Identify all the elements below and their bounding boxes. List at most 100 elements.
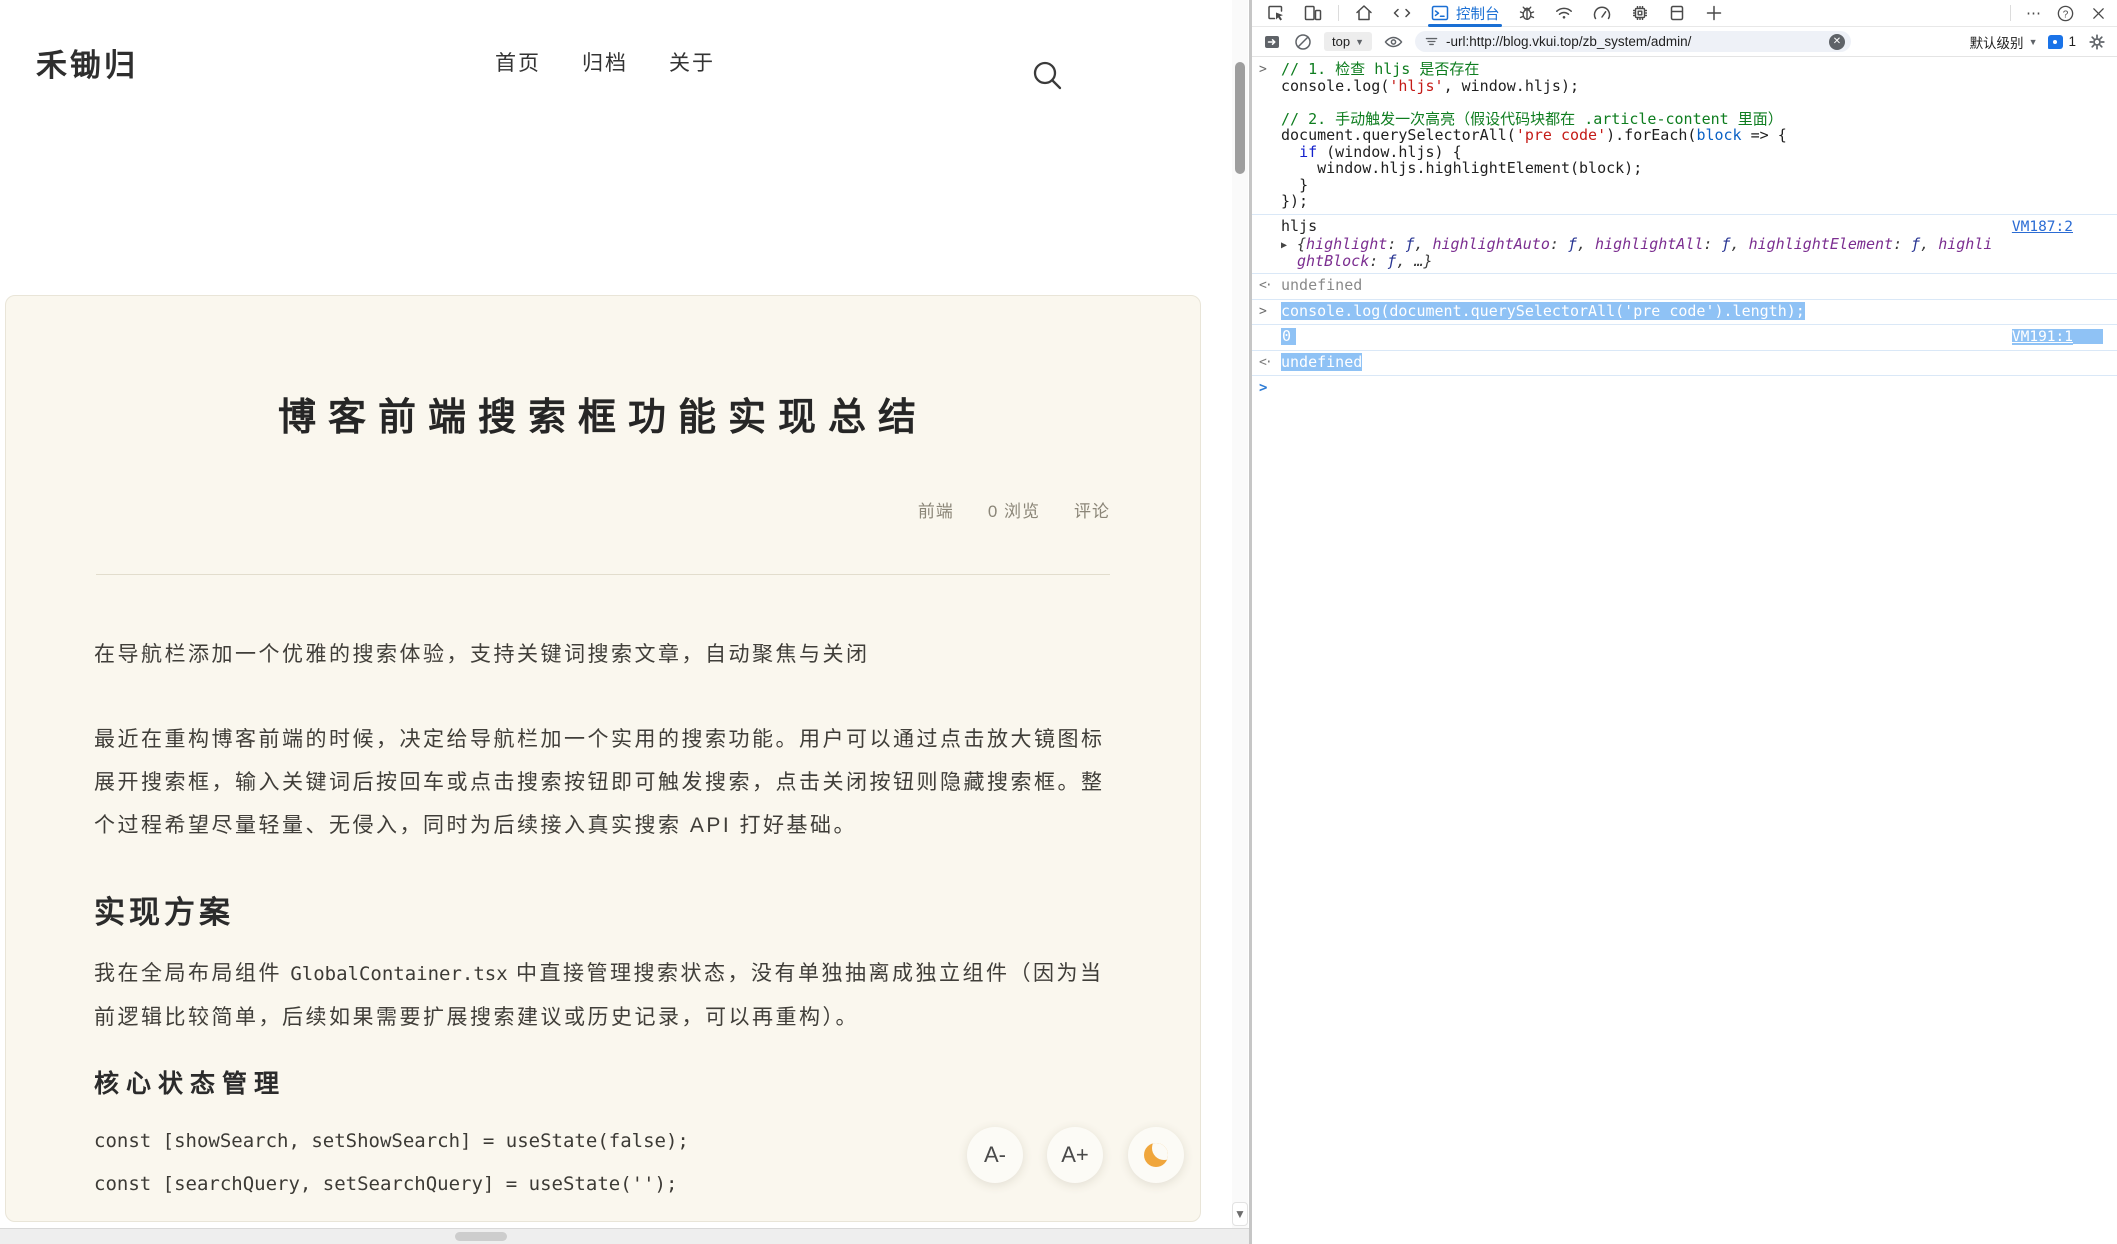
console-settings-gear-icon[interactable] xyxy=(2087,32,2107,52)
console-row: hljsVM187:2▶{highlight: ƒ, highlightAuto… xyxy=(1252,215,2117,275)
article-meta: 前端 0 浏览 评论 xyxy=(6,497,1200,522)
chevron-down-icon: ▼ xyxy=(2029,37,2038,47)
tab-elements[interactable] xyxy=(1389,0,1415,26)
selection-tail xyxy=(2073,329,2103,344)
marker-spacer xyxy=(1259,328,1281,346)
meta-views: 0 浏览 xyxy=(988,497,1040,522)
live-expression-eye-icon[interactable] xyxy=(1383,32,1404,52)
return-value-icon: <· xyxy=(1259,277,1281,295)
console-code-line: if (window.hljs) { xyxy=(1281,144,2103,161)
return-value-icon: <· xyxy=(1259,354,1281,372)
vm-source-link[interactable]: VM187:2 xyxy=(2012,219,2073,235)
vertical-scrollbar[interactable]: ▼ xyxy=(1232,0,1248,1228)
console-row: >console.log(document.querySelectorAll('… xyxy=(1252,300,2117,326)
issues-count: 1 xyxy=(2068,34,2076,49)
site-logo[interactable]: 禾锄归 xyxy=(36,40,138,85)
console-source-location: VM191:1 xyxy=(2012,328,2103,346)
paragraph-body: 最近在重构博客前端的时候，决定给导航栏加一个实用的搜索功能。用户可以通过点击放大… xyxy=(94,718,1112,847)
console-code-line: console.log(document.querySelectorAll('p… xyxy=(1281,302,1805,320)
console-icon xyxy=(1430,3,1450,23)
vm-source-link[interactable]: VM191:1 xyxy=(2012,329,2073,345)
inline-code: GlobalContainer.tsx xyxy=(290,963,507,985)
browser-window: 禾锄归 首页 归档 关于 博客前端搜索框功能实现总结 前端 0 浏览 评论 在导… xyxy=(0,0,2117,1244)
console-row-body: undefined xyxy=(1281,277,2103,295)
issues-counter[interactable]: 1 xyxy=(2048,34,2076,49)
nav-item-archive[interactable]: 归档 xyxy=(582,47,628,77)
console-log-area[interactable]: >// 1. 检查 hljs 是否存在console.log('hljs', w… xyxy=(1252,58,2117,1244)
tab-network-wifi-icon[interactable] xyxy=(1552,0,1576,26)
expand-chevron-icon[interactable]: > xyxy=(1259,61,1281,210)
console-source-location: VM187:2 xyxy=(2012,218,2103,236)
console-output-line: 0 VM191:1 xyxy=(1281,328,2103,346)
devtools-panel: 控制台 xyxy=(1249,0,2117,1244)
paragraph-intro: 在导航栏添加一个优雅的搜索体验，支持关键词搜索文章，自动聚焦与关闭 xyxy=(94,633,1112,676)
close-icon[interactable] xyxy=(2090,5,2107,22)
expand-triangle-icon[interactable]: ▶ xyxy=(1281,236,1297,269)
device-toolbar-icon[interactable] xyxy=(1301,0,1325,26)
font-decrease-button[interactable]: A- xyxy=(967,1127,1023,1183)
horizontal-scrollbar-thumb[interactable] xyxy=(455,1232,507,1241)
console-row: 0 VM191:1 xyxy=(1252,325,2117,351)
subsection-heading: 核心状态管理 xyxy=(94,1063,1112,1106)
filter-value: -url:http://blog.vkui.top/zb_system/admi… xyxy=(1446,34,1823,49)
article-title: 博客前端搜索框功能实现总结 xyxy=(6,386,1200,441)
console-code-line: }); xyxy=(1281,193,2103,210)
tab-application-storage-icon[interactable] xyxy=(1665,0,1689,26)
more-options-icon[interactable]: ⋯ xyxy=(2026,6,2041,21)
tab-memory-chip-icon[interactable] xyxy=(1628,0,1652,26)
nav-item-home[interactable]: 首页 xyxy=(495,47,541,77)
tab-console-label: 控制台 xyxy=(1456,3,1500,24)
tab-debugger-bug-icon[interactable] xyxy=(1515,0,1539,26)
more-tools-plus-icon[interactable] xyxy=(1702,0,1726,26)
inspect-icon[interactable] xyxy=(1264,0,1288,26)
nav-item-about[interactable]: 关于 xyxy=(669,47,715,77)
blog-page: 禾锄归 首页 归档 关于 博客前端搜索框功能实现总结 前端 0 浏览 评论 在导… xyxy=(0,0,1249,1244)
object-preview: {highlight: ƒ, highlightAuto: ƒ, highlig… xyxy=(1297,236,1997,269)
console-row-body xyxy=(1281,379,2103,397)
code-line: const [showSearch, setShowSearch] = useS… xyxy=(94,1120,1112,1163)
console-code-line: // 2. 手动触发一次高亮（假设代码块都在 .article-content … xyxy=(1281,111,2103,128)
font-increase-button[interactable]: A+ xyxy=(1047,1127,1103,1183)
console-row-body: console.log(document.querySelectorAll('p… xyxy=(1281,303,2103,321)
console-sidebar-toggle-icon[interactable] xyxy=(1262,32,1282,52)
log-levels-dropdown[interactable]: 默认级别▼ xyxy=(1970,32,2038,52)
tabbar-separator xyxy=(1338,5,1339,21)
console-filter-input[interactable]: -url:http://blog.vkui.top/zb_system/admi… xyxy=(1415,31,1851,52)
console-row: >// 1. 检查 hljs 是否存在console.log('hljs', w… xyxy=(1252,58,2117,215)
filter-icon xyxy=(1423,33,1440,50)
context-selector[interactable]: top▼ xyxy=(1324,32,1372,51)
section-paragraph: 我在全局布局组件 GlobalContainer.tsx 中直接管理搜索状态，没… xyxy=(94,952,1112,1039)
clear-console-icon[interactable] xyxy=(1293,32,1313,52)
console-code-line: } xyxy=(1281,177,2103,194)
meta-comments[interactable]: 评论 xyxy=(1074,497,1110,522)
console-code-line: // 1. 检查 hljs 是否存在 xyxy=(1281,61,2103,78)
moon-icon xyxy=(1144,1143,1168,1167)
horizontal-scrollbar[interactable] xyxy=(0,1228,1249,1244)
meta-category[interactable]: 前端 xyxy=(918,497,954,522)
console-row: <·undefined xyxy=(1252,351,2117,377)
console-output-value: 0 xyxy=(1281,328,1296,345)
tab-welcome[interactable] xyxy=(1352,0,1376,26)
dark-mode-toggle[interactable] xyxy=(1128,1127,1184,1183)
tab-console[interactable]: 控制台 xyxy=(1428,0,1502,26)
search-icon[interactable] xyxy=(1028,56,1068,96)
svg-text:?: ? xyxy=(2063,9,2069,20)
window-controls-separator xyxy=(2010,5,2011,21)
article-card: 博客前端搜索框功能实现总结 前端 0 浏览 评论 在导航栏添加一个优雅的搜索体验… xyxy=(5,295,1201,1222)
console-prompt-chevron-icon[interactable]: > xyxy=(1259,379,1281,397)
console-code-line: document.querySelectorAll('pre code').fo… xyxy=(1281,127,2103,144)
expand-chevron-icon[interactable]: > xyxy=(1259,303,1281,321)
help-icon[interactable]: ? xyxy=(2056,4,2075,23)
code-line: const [searchQuery, setSearchQuery] = us… xyxy=(94,1163,1112,1206)
clear-filter-icon[interactable]: ✕ xyxy=(1829,34,1845,50)
console-row: > xyxy=(1252,376,2117,401)
scroll-down-arrow-icon[interactable]: ▼ xyxy=(1232,1202,1248,1226)
article-content: 在导航栏添加一个优雅的搜索体验，支持关键词搜索文章，自动聚焦与关闭 最近在重构博… xyxy=(6,633,1200,1206)
section-heading: 实现方案 xyxy=(94,891,1112,934)
meta-divider xyxy=(96,574,1110,575)
tab-performance-gauge-icon[interactable] xyxy=(1589,0,1615,26)
vertical-scrollbar-thumb[interactable] xyxy=(1235,62,1245,174)
console-output-line: hljsVM187:2 xyxy=(1281,218,2103,236)
console-row-body: hljsVM187:2▶{highlight: ƒ, highlightAuto… xyxy=(1281,218,2103,270)
undefined-result: undefined xyxy=(1281,276,1362,294)
